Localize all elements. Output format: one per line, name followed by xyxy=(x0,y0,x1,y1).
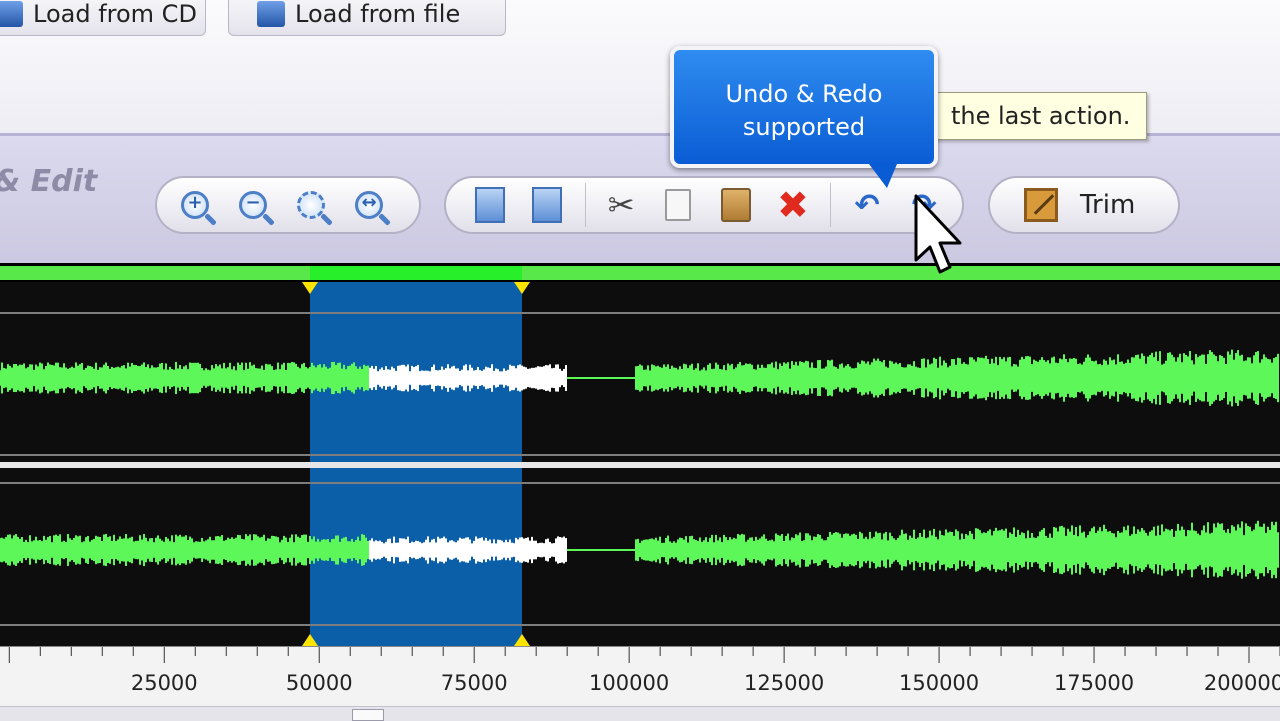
zoom-in-button[interactable]: + xyxy=(175,185,215,225)
selection-overview-bar[interactable] xyxy=(0,263,1280,282)
mouse-cursor-icon xyxy=(914,194,962,274)
load-from-file-label: Load from file xyxy=(295,0,461,28)
callout-line-2: supported xyxy=(742,113,866,141)
load-from-cd-label: Load from CD xyxy=(33,0,197,28)
load-from-cd-button[interactable]: Load from CD xyxy=(0,0,206,36)
scissors-icon: ✂ xyxy=(607,186,635,224)
undo-arrow-icon: ↶ xyxy=(854,187,880,223)
ruler-tick-label: 175000 xyxy=(1053,671,1135,695)
select-left-icon xyxy=(474,187,505,223)
delete-button[interactable]: ✖ xyxy=(773,185,812,225)
section-title: & Edit xyxy=(0,164,98,199)
undo-button[interactable]: ↶ xyxy=(847,185,886,225)
overview-track xyxy=(0,266,1280,280)
delete-cross-icon: ✖ xyxy=(776,183,809,227)
trim-button[interactable]: Trim xyxy=(988,176,1180,234)
trim-label: Trim xyxy=(1080,190,1136,220)
time-ruler: 25000 50000 75000 100000 125000 150000 175000 2… xyxy=(0,646,1280,707)
zoom-selection-button[interactable] xyxy=(291,185,331,225)
feature-callout: Undo & Redo supported xyxy=(670,46,938,188)
trim-crop-icon xyxy=(1024,188,1058,222)
copy-icon xyxy=(665,189,692,221)
ruler-tick-label: 50000 xyxy=(285,671,353,695)
ruler-ticks xyxy=(8,647,1280,663)
zoom-in-icon: + xyxy=(181,191,209,219)
cd-icon xyxy=(0,1,23,27)
zoom-out-button[interactable]: − xyxy=(233,185,273,225)
ruler-tick-label: 75000 xyxy=(440,671,508,695)
edit-panel: & Edit + − ↔ ✂ ✖ ↶ Trim xyxy=(0,133,1280,263)
toolbar-separator xyxy=(584,183,586,227)
zoom-selection-icon xyxy=(297,191,325,219)
toolbar-separator xyxy=(830,183,832,227)
music-file-icon xyxy=(257,1,285,27)
copy-button[interactable] xyxy=(659,185,698,225)
select-right-icon xyxy=(531,187,562,223)
waveform-view[interactable] xyxy=(0,282,1280,646)
ruler-tick-label: 150000 xyxy=(898,671,980,695)
ruler-tick-label: 125000 xyxy=(744,671,825,695)
channel-2-waveform xyxy=(0,520,1279,580)
callout-line-1: Undo & Redo xyxy=(725,80,883,108)
zoom-fit-button[interactable]: ↔ xyxy=(349,185,389,225)
cut-button[interactable]: ✂ xyxy=(601,185,640,225)
zoom-toolbar: + − ↔ xyxy=(155,176,421,234)
channel-1-waveform xyxy=(0,349,1279,407)
load-from-file-button[interactable]: Load from file xyxy=(228,0,506,36)
ruler-tick-label: 25000 xyxy=(130,671,198,695)
zoom-fit-icon: ↔ xyxy=(355,191,383,219)
ruler-tick-label: 200000 xyxy=(1203,671,1280,695)
select-left-button[interactable] xyxy=(470,185,509,225)
redo-tooltip: the last action. xyxy=(930,92,1148,140)
ruler-tick-label: 100000 xyxy=(589,671,670,695)
select-right-button[interactable] xyxy=(527,185,566,225)
scrollbar-thumb[interactable] xyxy=(352,709,384,721)
zoom-out-icon: − xyxy=(239,191,267,219)
paste-button[interactable] xyxy=(716,185,755,225)
paste-icon xyxy=(720,188,751,222)
tooltip-text: the last action. xyxy=(951,102,1131,130)
horizontal-scrollbar[interactable] xyxy=(0,706,1280,721)
overview-selection-highlight xyxy=(310,266,522,280)
